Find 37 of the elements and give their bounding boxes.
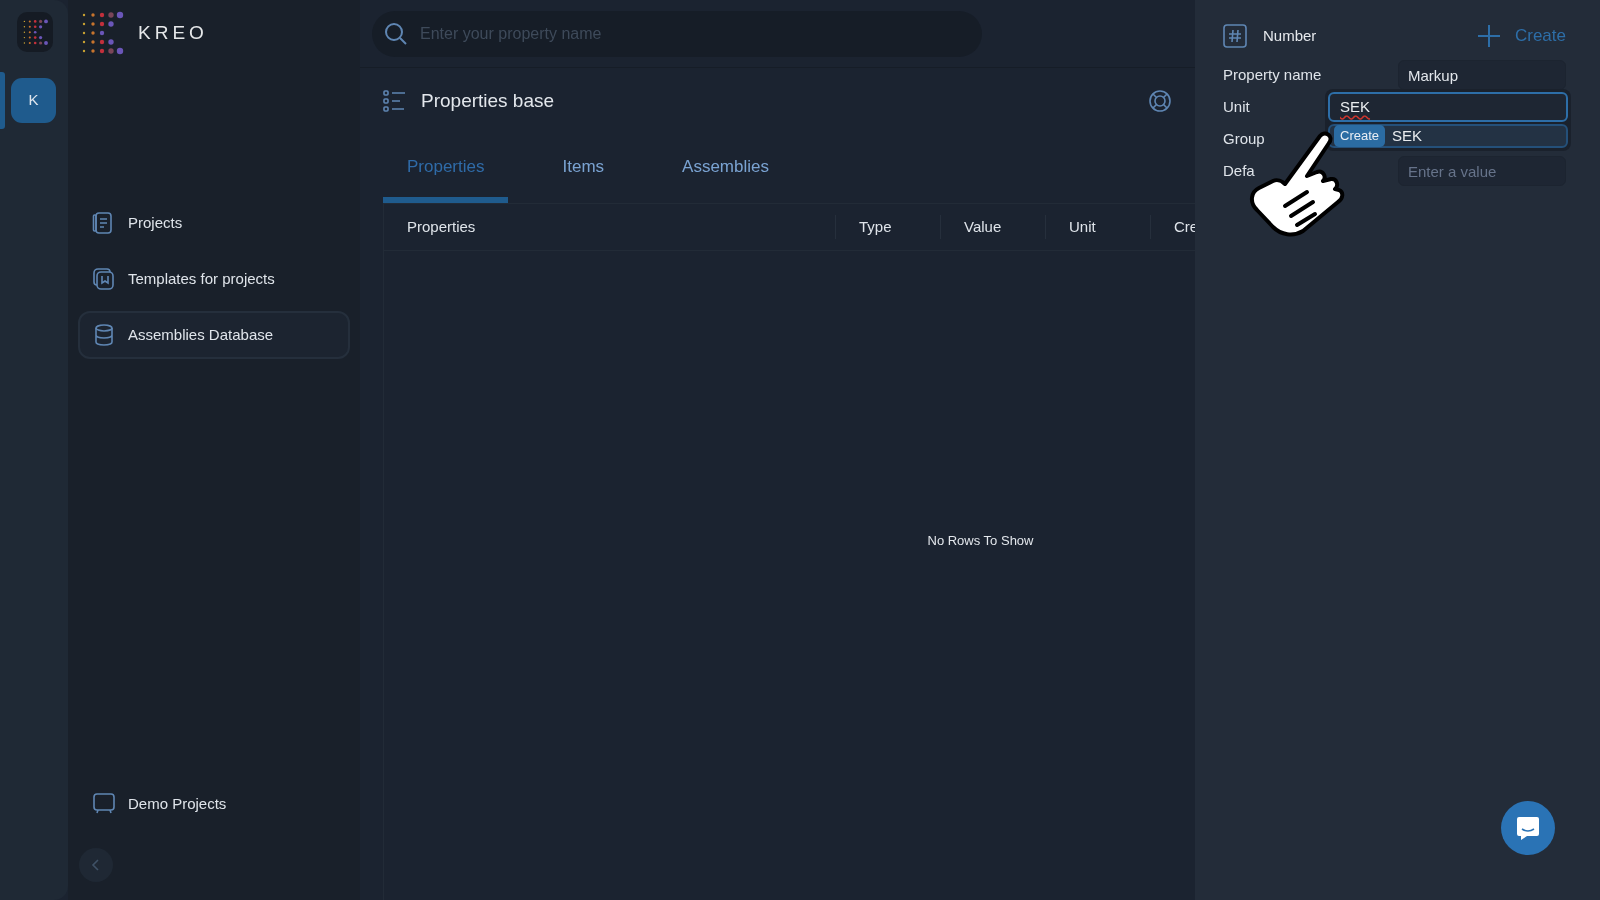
field-label: Defa [1223,161,1255,179]
logo-icon [80,11,124,55]
unit-field[interactable]: SEK [1328,92,1568,122]
column-header[interactable]: Unit [1046,215,1151,239]
field-label: Group [1223,129,1265,147]
column-header[interactable]: Properties [384,215,836,239]
plus-icon [1476,24,1501,48]
sidebar-item[interactable]: Projects [78,199,350,247]
page-title: Properties base [421,88,555,113]
sidebar-item[interactable]: Templates for projects [78,255,350,303]
column-header[interactable]: Value [941,215,1046,239]
field-label: Unit [1223,97,1250,115]
brand-name: KREO [138,20,208,45]
field-label: Property name [1223,65,1322,83]
apps-icon[interactable] [17,12,53,52]
input-field[interactable]: Enter a value [1398,156,1566,186]
property-type: Number [1263,25,1317,46]
sidebar-item[interactable]: Demo Projects [78,780,350,828]
hash-icon [1223,24,1247,48]
dropdown-option[interactable]: Create SEK [1328,124,1568,148]
lifebuoy-icon[interactable] [1148,89,1172,113]
chat-icon [1515,815,1541,841]
database-icon [92,323,116,347]
column-header[interactable]: Type [836,215,941,239]
tab[interactable]: Assemblies [658,153,793,203]
template-icon [92,267,116,291]
monitor-icon [92,792,116,816]
chevron-left-icon [91,858,101,872]
avatar-button[interactable]: K [11,78,56,123]
tab[interactable]: Items [538,153,629,203]
create-badge: Create [1334,125,1386,147]
option-text: SEK [1392,125,1423,146]
empty-message: No Rows To Show [927,531,1034,550]
list-icon [383,89,407,113]
search-icon [384,21,408,46]
sidebar-item[interactable]: Assemblies Database [78,311,350,359]
input-field[interactable]: Markup [1398,60,1566,90]
